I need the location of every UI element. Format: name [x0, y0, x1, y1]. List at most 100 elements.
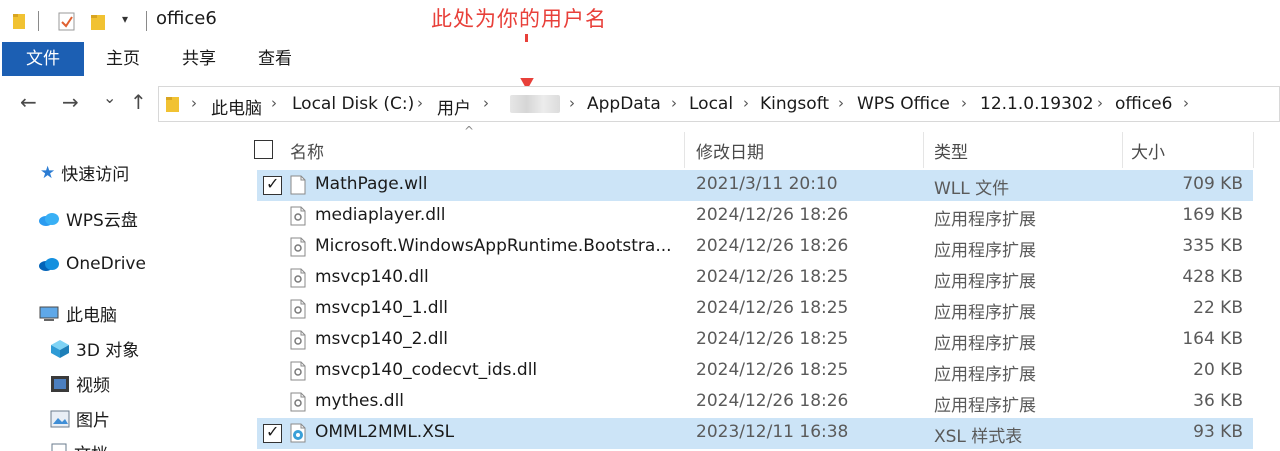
file-type: 应用程序扩展 — [934, 334, 1036, 354]
column-divider[interactable] — [923, 132, 924, 168]
sidebar-item-label: 此电脑 — [66, 306, 117, 326]
breadcrumb-local-disk[interactable]: Local Disk (C:) — [292, 94, 414, 114]
file-name[interactable]: msvcp140_1.dll — [315, 298, 448, 318]
file-type: 应用程序扩展 — [934, 365, 1036, 385]
breadcrumb-wps-office[interactable]: WPS Office — [857, 94, 950, 114]
properties-icon[interactable] — [58, 12, 76, 32]
sidebar-item-pictures[interactable]: 图片 — [50, 406, 110, 431]
breadcrumb-version[interactable]: 12.1.0.19302 — [980, 94, 1094, 114]
file-row[interactable]: mythes.dll 2024/12/26 18:26 应用程序扩展 36 KB — [257, 387, 1253, 418]
xsl-file-icon — [290, 423, 306, 443]
column-divider[interactable] — [1122, 132, 1123, 168]
file-date: 2024/12/26 18:26 — [696, 205, 849, 225]
file-row[interactable]: msvcp140.dll 2024/12/26 18:25 应用程序扩展 428 KB — [257, 263, 1253, 294]
address-bar[interactable]: › 此电脑 › Local Disk (C:) › 用户 › › AppData… — [158, 86, 1280, 122]
breadcrumb-kingsoft[interactable]: Kingsoft — [760, 94, 829, 114]
sidebar-item-label: 视频 — [76, 376, 110, 396]
file-date: 2024/12/26 18:25 — [696, 360, 849, 380]
breadcrumb-this-pc[interactable]: 此电脑 — [211, 94, 262, 119]
breadcrumb-separator-icon: › — [961, 94, 967, 112]
file-name[interactable]: mythes.dll — [315, 391, 404, 411]
folder-icon — [166, 97, 179, 112]
file-row[interactable]: msvcp140_1.dll 2024/12/26 18:25 应用程序扩展 22 K… — [257, 294, 1253, 325]
file-name[interactable]: msvcp140_codecvt_ids.dll — [315, 360, 537, 380]
breadcrumb-separator-icon: › — [1097, 94, 1103, 112]
breadcrumb-local[interactable]: Local — [689, 94, 733, 114]
file-date: 2024/12/26 18:25 — [696, 298, 849, 318]
row-checkbox[interactable] — [263, 422, 282, 443]
new-folder-icon[interactable] — [90, 12, 106, 32]
blurred-username[interactable] — [510, 95, 560, 113]
select-all-checkbox[interactable] — [254, 140, 273, 159]
breadcrumb-separator-icon: › — [743, 94, 749, 112]
cloud-icon — [39, 212, 59, 226]
dll-file-icon — [290, 361, 306, 381]
column-divider[interactable] — [1253, 132, 1254, 168]
file-row[interactable]: msvcp140_codecvt_ids.dll 2024/12/26 18:25… — [257, 356, 1253, 387]
sidebar-item-label: 快速访问 — [61, 165, 130, 185]
sidebar-item-3d-objects[interactable]: 3D 对象 — [50, 336, 139, 361]
sidebar-item-label: 图片 — [76, 411, 110, 431]
title-bar: ▾ office6 此处为你的用户名 — [0, 0, 1280, 42]
row-checkbox[interactable] — [263, 174, 282, 195]
file-name[interactable]: mediaplayer.dll — [315, 205, 445, 225]
sidebar-item-wps-cloud[interactable]: WPS云盘 — [38, 206, 138, 231]
recent-locations-chevron-icon[interactable]: ⌄ — [103, 88, 116, 107]
file-date: 2024/12/26 18:26 — [696, 236, 849, 256]
file-date: 2023/12/11 16:38 — [696, 422, 849, 442]
tab-file[interactable]: 文件 — [2, 42, 84, 76]
file-date: 2021/3/11 20:10 — [696, 174, 838, 194]
file-size: 36 KB — [1193, 391, 1243, 411]
file-name[interactable]: OMML2MML.XSL — [315, 422, 454, 442]
column-header-name[interactable]: 名称 — [290, 138, 324, 163]
dll-file-icon — [290, 299, 306, 319]
folder-icon[interactable] — [12, 12, 26, 30]
file-type: 应用程序扩展 — [934, 272, 1036, 292]
sidebar-item-quick-access[interactable]: ★ 快速访问 — [40, 160, 130, 186]
tab-home[interactable]: 主页 — [96, 42, 150, 76]
file-size: 20 KB — [1193, 360, 1243, 380]
file-row[interactable]: MathPage.wll 2021/3/11 20:10 WLL 文件 709 KB — [257, 170, 1253, 201]
window-title: office6 — [156, 8, 217, 29]
file-name[interactable]: MathPage.wll — [315, 174, 427, 194]
forward-arrow-icon[interactable]: → — [62, 90, 79, 114]
column-divider[interactable] — [684, 132, 685, 168]
customize-toolbar-dropdown-icon[interactable]: ▾ — [122, 12, 128, 26]
breadcrumb-office6[interactable]: office6 — [1115, 94, 1172, 114]
file-type: 应用程序扩展 — [934, 396, 1036, 416]
tab-share[interactable]: 共享 — [172, 42, 226, 76]
file-name[interactable]: msvcp140.dll — [315, 267, 429, 287]
dll-file-icon — [290, 392, 306, 412]
file-name[interactable]: Microsoft.WindowsAppRuntime.Bootstra... — [315, 236, 672, 256]
file-name[interactable]: msvcp140_2.dll — [315, 329, 448, 349]
username-annotation: 此处为你的用户名 — [431, 7, 607, 31]
blank-file-icon — [290, 175, 306, 195]
breadcrumb-appdata[interactable]: AppData — [587, 94, 661, 114]
column-header-date[interactable]: 修改日期 — [696, 138, 764, 163]
back-arrow-icon[interactable]: ← — [20, 90, 37, 114]
sidebar-item-documents[interactable]: 文档 — [50, 440, 108, 451]
breadcrumb-separator-icon: › — [1183, 94, 1189, 112]
dll-file-icon — [290, 268, 306, 288]
sidebar-item-videos[interactable]: 视频 — [50, 371, 110, 396]
column-header-size[interactable]: 大小 — [1131, 138, 1165, 163]
sidebar-item-label: 3D 对象 — [76, 341, 140, 361]
up-arrow-icon[interactable]: ↑ — [130, 90, 147, 114]
picture-icon — [50, 410, 70, 427]
dll-file-icon — [290, 206, 306, 226]
tab-view[interactable]: 查看 — [248, 42, 302, 76]
file-row[interactable]: OMML2MML.XSL 2023/12/11 16:38 XSL 样式表 93 KB — [257, 418, 1253, 449]
sidebar-item-label: 文档 — [74, 440, 108, 451]
file-row[interactable]: mediaplayer.dll 2024/12/26 18:26 应用程序扩展 169… — [257, 201, 1253, 232]
file-row[interactable]: Microsoft.WindowsAppRuntime.Bootstra... 2… — [257, 232, 1253, 263]
video-icon — [51, 375, 69, 392]
breadcrumb-separator-icon: › — [838, 94, 844, 112]
breadcrumb-users[interactable]: 用户 — [437, 94, 471, 119]
column-header-type[interactable]: 类型 — [934, 138, 968, 163]
sidebar-item-onedrive[interactable]: OneDrive — [38, 254, 146, 274]
sidebar-item-this-pc[interactable]: 此电脑 — [38, 301, 117, 326]
ribbon-tabs: 文件 主页 共享 查看 — [0, 42, 1280, 78]
file-row[interactable]: msvcp140_2.dll 2024/12/26 18:25 应用程序扩展 164 … — [257, 325, 1253, 356]
file-size: 428 KB — [1182, 267, 1243, 287]
toolbar-separator — [38, 11, 39, 31]
